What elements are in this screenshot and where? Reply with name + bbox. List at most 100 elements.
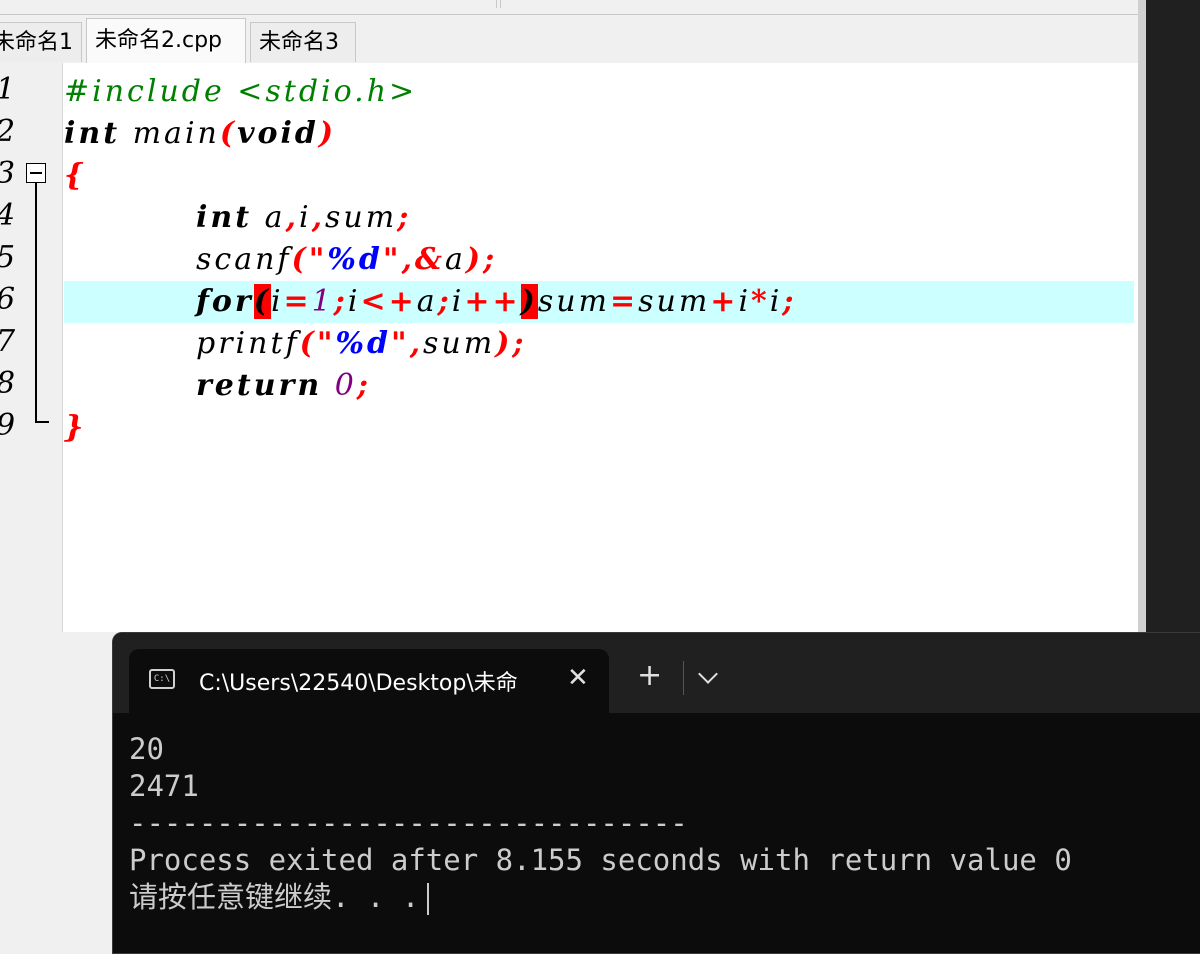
code-line-5: scanf("%d",&a); [196, 239, 497, 281]
code-line-6-highlighted: for(i=1;i<+a;i++)sum=sum+i*i; [64, 281, 1134, 323]
line-number: 6 [0, 279, 15, 321]
output-line: -------------------------------- [129, 806, 688, 840]
symbol: (" [291, 242, 328, 277]
toolbar-segment [500, 0, 1137, 8]
output-line: 20 [129, 732, 164, 766]
fold-collapse-icon[interactable] [26, 163, 46, 183]
symbol: , [285, 200, 299, 235]
identifier: i [451, 284, 465, 319]
identifier: a [445, 242, 466, 277]
symbol: * [751, 284, 770, 319]
line-number: 8 [0, 363, 15, 405]
identifier: a [252, 200, 286, 235]
bracket-match: ( [253, 284, 271, 319]
format-specifier: %d [327, 242, 383, 277]
identifier: sum [638, 284, 711, 319]
code-line-2: int main(void) [64, 113, 336, 155]
keyword: int [196, 200, 253, 235]
line-number: 5 [0, 237, 15, 279]
terminal-window[interactable]: C:\ C:\Users\22540\Desktop\未命 ✕ + 20 2471… [112, 632, 1200, 954]
editor-scrollbar[interactable] [1138, 0, 1146, 632]
symbol: ( [219, 116, 238, 151]
symbol: } [64, 410, 87, 445]
symbol: ; [333, 284, 348, 319]
line-number: 2 [0, 111, 15, 153]
identifier: scanf [196, 242, 292, 277]
output-line: 2471 [129, 769, 199, 803]
symbol: & [414, 242, 445, 277]
terminal-titlebar: C:\ C:\Users\22540\Desktop\未命 ✕ + [113, 633, 1200, 713]
symbol: ; [356, 368, 371, 403]
tab-unnamed-3[interactable]: 未命名3 [250, 22, 356, 62]
symbol: ); [495, 326, 527, 361]
titlebar-divider [683, 661, 684, 695]
identifier: a [416, 284, 438, 319]
output-line: 请按任意键继续. . . [129, 879, 1200, 916]
line-number: 3 [0, 153, 15, 195]
identifier: i [769, 284, 783, 319]
symbol: { [64, 158, 87, 193]
terminal-tab[interactable]: C:\ C:\Users\22540\Desktop\未命 ✕ [129, 649, 609, 713]
identifier: printf [196, 326, 300, 361]
symbol: < [360, 284, 389, 319]
line-number: 4 [0, 195, 15, 237]
keyword: void [237, 116, 319, 151]
number: 0 [322, 368, 357, 403]
symbol: ; [782, 284, 797, 319]
new-tab-icon[interactable]: + [637, 661, 662, 691]
identifier: i [347, 284, 361, 319]
symbol: ; [437, 284, 452, 319]
identifier: i [270, 284, 284, 319]
background-window [1146, 0, 1200, 632]
tab-unnamed-2-cpp[interactable]: 未命名2.cpp [86, 18, 246, 63]
line-number: 1 [0, 69, 15, 111]
symbol: , [311, 200, 326, 235]
terminal-tab-title: C:\Users\22540\Desktop\未命 [199, 671, 518, 696]
identifier: sum [537, 284, 610, 319]
identifier: main [120, 116, 220, 151]
symbol: ++ [464, 284, 521, 319]
code-editor[interactable]: 1 2 3 4 5 6 7 8 9 #include <stdio.h> int… [0, 63, 1138, 632]
symbol: ); [465, 242, 498, 277]
tab-unnamed-1[interactable]: 未命名1 [0, 22, 82, 62]
format-specifier: %d [335, 326, 391, 361]
bracket-match: ) [520, 284, 538, 319]
symbol: ; [397, 200, 412, 235]
symbol: (" [299, 326, 336, 361]
close-icon[interactable]: ✕ [567, 663, 589, 693]
code-line-3: { [64, 155, 86, 197]
keyword: return [196, 368, 323, 403]
symbol: = [283, 284, 312, 319]
identifier: sum [423, 326, 496, 361]
symbol: ", [390, 326, 424, 361]
symbol: ", [382, 242, 415, 277]
keyword: for [196, 284, 254, 319]
ide-toolbar [0, 0, 1140, 15]
symbol: = [609, 284, 639, 319]
symbol: ) [318, 116, 337, 151]
line-number-gutter: 1 2 3 4 5 6 7 8 9 [0, 63, 63, 632]
code-line-9: } [64, 407, 86, 449]
identifier: sum [325, 200, 398, 235]
terminal-icon: C:\ [149, 669, 175, 689]
fold-guide-line [35, 183, 37, 423]
chevron-down-icon[interactable] [698, 664, 718, 684]
code-line-7: printf("%d",sum); [196, 323, 526, 365]
code-line-8: return 0; [196, 365, 371, 407]
output-line: Process exited after 8.155 seconds with … [129, 843, 1072, 877]
line-number: 9 [0, 405, 15, 447]
fold-guide-end [35, 421, 49, 423]
number: 1 [311, 284, 334, 319]
identifier: i [738, 284, 752, 319]
symbol: + [388, 284, 417, 319]
terminal-output[interactable]: 20 2471 -------------------------------- Pr… [129, 731, 1200, 916]
code-line-1: #include <stdio.h> [64, 71, 417, 113]
code-line-4: int a,i,sum; [196, 197, 411, 239]
identifier: i [298, 200, 312, 235]
editor-tabbar: 未命名1 未命名2.cpp 未命名3 [0, 15, 1140, 63]
text-cursor [427, 883, 430, 915]
line-number: 7 [0, 321, 15, 363]
toolbar-segment [0, 0, 497, 8]
keyword: int [64, 116, 121, 151]
preprocessor-directive: #include <stdio.h> [64, 74, 418, 109]
